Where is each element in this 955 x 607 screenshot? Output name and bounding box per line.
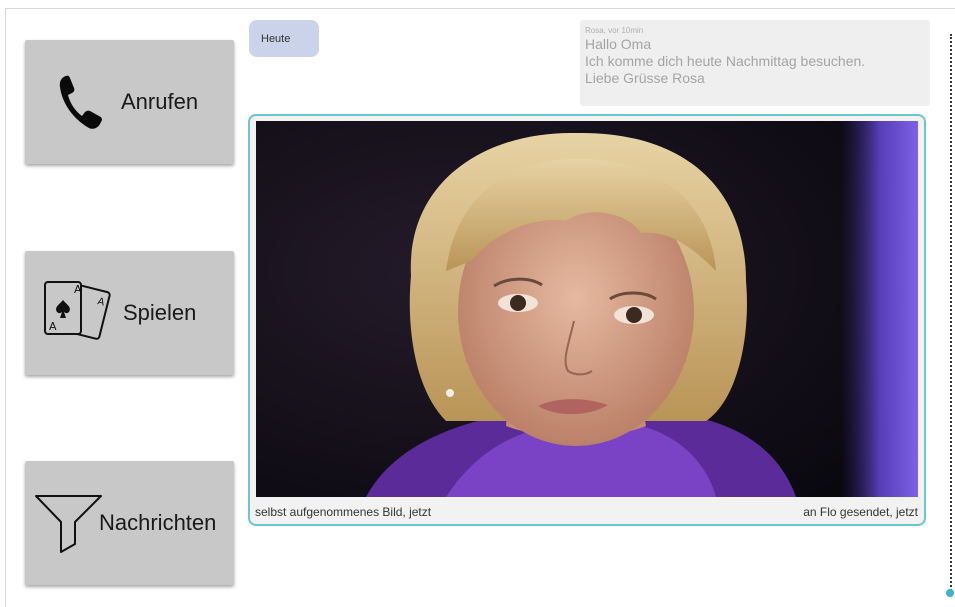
call-button[interactable]: Anrufen [25,40,234,164]
play-button[interactable]: A A A Spielen [25,251,234,375]
call-button-label: Anrufen [121,89,199,114]
incoming-message[interactable]: Rosa, vor 10min Hallo Oma Ich komme dich… [580,20,930,106]
photo-caption-right: an Flo gesendet, jetzt [803,505,918,519]
photo-image[interactable] [256,121,918,497]
play-button-label: Spielen [123,300,197,325]
message-meta: Rosa, vor 10min [585,26,644,35]
filter-icon [33,492,105,554]
date-chip: Heute [249,20,319,57]
scrollbar-thumb[interactable] [946,589,954,597]
message-line: Liebe Grüsse Rosa [585,70,705,86]
scrollbar-track[interactable] [950,34,952,594]
photo-message[interactable]: selbst aufgenommenes Bild, jetzt an Flo … [248,114,926,526]
svg-text:A: A [96,296,105,308]
playing-cards-icon: A A A [37,278,117,348]
phone-icon [47,73,113,131]
svg-text:A: A [49,320,57,333]
message-line: Hallo Oma [585,36,652,52]
messages-button[interactable]: Nachrichten [25,461,234,585]
message-line: Ich komme dich heute Nachmittag besuchen… [585,53,866,69]
messages-button-label: Nachrichten [99,510,217,535]
photo-caption-left: selbst aufgenommenes Bild, jetzt [255,505,432,519]
svg-text:A: A [74,283,82,296]
